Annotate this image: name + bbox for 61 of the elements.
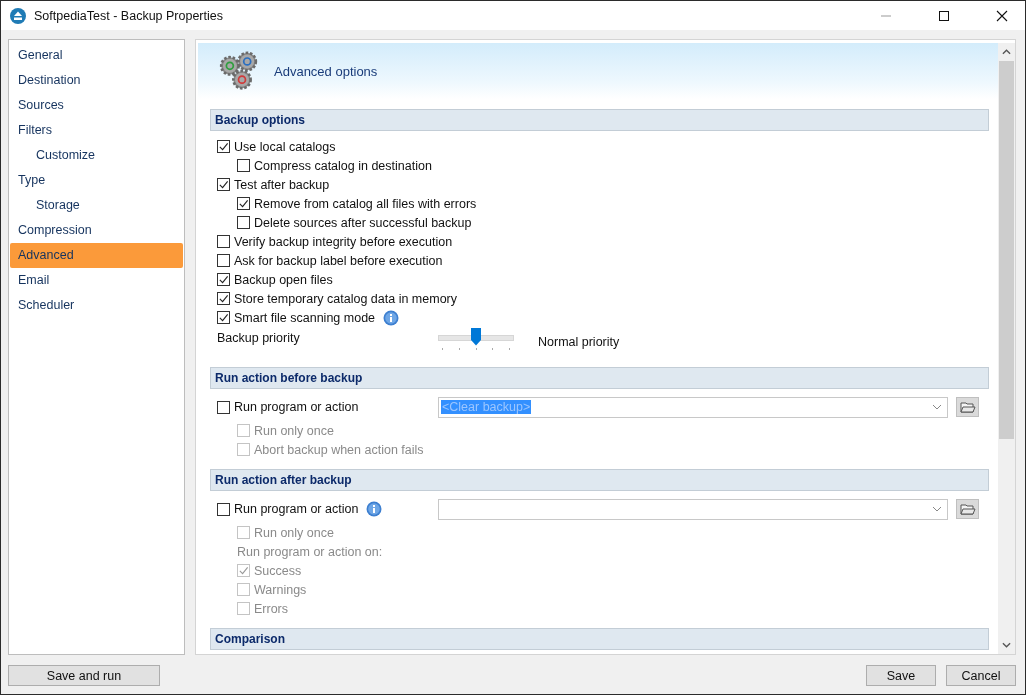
checkbox[interactable]	[217, 254, 230, 267]
checkbox[interactable]	[217, 311, 230, 324]
checkbox[interactable]	[217, 140, 230, 153]
checkbox-label[interactable]: Store temporary catalog data in memory	[234, 291, 458, 306]
sidebar-item[interactable]: Storage	[10, 193, 183, 218]
checkbox-label[interactable]: Test after backup	[234, 177, 330, 192]
sidebar-item[interactable]: Type	[10, 168, 183, 193]
sidebar-item[interactable]: Filters	[10, 118, 183, 143]
app-icon	[10, 7, 26, 24]
sidebar-item[interactable]: Compression	[10, 218, 183, 243]
checkbox[interactable]	[237, 216, 250, 229]
browse-button[interactable]	[956, 499, 979, 519]
caret-icon	[932, 506, 942, 512]
footer-button[interactable]: Cancel	[946, 665, 1016, 686]
group-label: Run program or action on:	[237, 544, 383, 559]
maximize-icon[interactable]	[938, 9, 950, 22]
scrollbar[interactable]	[998, 43, 1015, 654]
slider-thumb[interactable]	[471, 327, 481, 346]
checkbox-label[interactable]: Use local catalogs	[234, 139, 336, 154]
sidebar-item[interactable]: Email	[10, 268, 183, 293]
section-header: Run action after backup	[210, 469, 989, 491]
footer-button[interactable]: Save	[866, 665, 936, 686]
checkbox[interactable]	[217, 178, 230, 191]
checkbox-label[interactable]: Run program or action	[234, 400, 359, 414]
checkbox[interactable]	[217, 292, 230, 305]
priority-label: Backup priority	[217, 331, 301, 345]
scroll-down-icon[interactable]	[1002, 642, 1011, 648]
section-header: Backup options	[210, 109, 989, 131]
browse-button[interactable]	[956, 397, 979, 417]
sidebar-item[interactable]: Destination	[10, 68, 183, 93]
info-icon[interactable]	[383, 309, 400, 326]
checkbox-label[interactable]: Smart file scanning mode	[234, 310, 376, 325]
section-header: Comparison	[210, 628, 989, 650]
checkbox[interactable]	[237, 197, 250, 210]
checkbox-label[interactable]: Compress catalog in destination	[254, 158, 432, 173]
checkbox-label[interactable]: Delete sources after successful backup	[254, 215, 472, 230]
sidebar-item[interactable]: Advanced	[10, 243, 183, 268]
close-icon[interactable]	[996, 9, 1008, 22]
checkbox-label[interactable]: Verify backup integrity before execution	[234, 234, 453, 249]
checkbox-label[interactable]: Backup open files	[234, 272, 333, 287]
scroll-up-icon[interactable]	[1002, 49, 1011, 55]
checkbox-label[interactable]: Run program or action	[234, 502, 359, 516]
checkbox[interactable]	[217, 400, 230, 414]
checkbox[interactable]	[217, 502, 230, 516]
sidebar-item[interactable]: Sources	[10, 93, 183, 118]
caret-icon	[932, 404, 942, 410]
checkbox[interactable]	[217, 273, 230, 286]
save-and-run-button[interactable]: Save and run	[8, 665, 160, 686]
section-header: Run action before backup	[210, 367, 989, 389]
header-title: Advanced options	[274, 63, 378, 79]
checkbox-label[interactable]: Remove from catalog all files with errors	[254, 196, 477, 211]
window-title: SoftpediaTest - Backup Properties	[34, 8, 223, 23]
sidebar-item[interactable]: Customize	[10, 143, 183, 168]
checkbox[interactable]	[217, 235, 230, 248]
info-icon[interactable]	[366, 501, 383, 517]
priority-reading: Normal priority	[538, 335, 620, 349]
checkbox-label[interactable]: Ask for backup label before execution	[234, 253, 443, 268]
checkbox[interactable]	[237, 159, 250, 172]
scrollbar-thumb[interactable]	[999, 61, 1014, 439]
sidebar-item[interactable]: Scheduler	[10, 293, 183, 318]
sidebar-item[interactable]: General	[10, 43, 183, 68]
